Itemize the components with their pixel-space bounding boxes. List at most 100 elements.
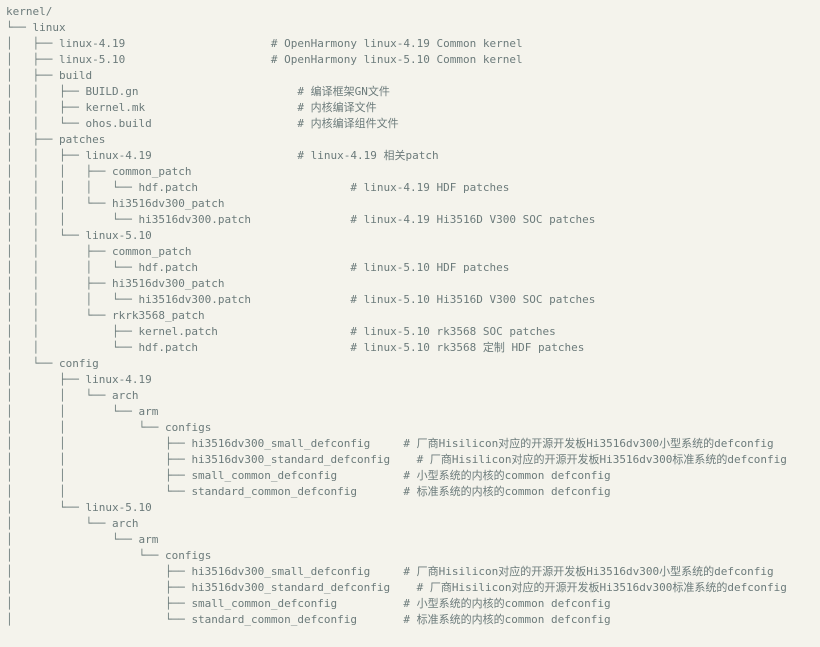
tree-prefix: │ │ ├── (6, 437, 191, 450)
tree-entry-name: standard_common_defconfig (191, 613, 357, 626)
tree-entry-name: kernel.mk (85, 101, 145, 114)
tree-prefix: │ │ └── (6, 309, 112, 322)
tree-row: └── linux (6, 20, 814, 36)
tree-entry-name: hi3516dv300_small_defconfig (191, 437, 370, 450)
tree-comment: # 编译框架GN文件 (297, 85, 390, 98)
tree-prefix: │ │ │ └── (6, 197, 112, 210)
tree-prefix: │ ├── (6, 133, 59, 146)
tree-row: │ │ ├── hi3516dv300_standard_defconfig #… (6, 452, 814, 468)
tree-comment: # 内核编译组件文件 (297, 117, 398, 130)
tree-prefix: │ │ └── (6, 485, 191, 498)
tree-prefix: │ │ └── (6, 389, 112, 402)
tree-comment: # linux-5.10 rk3568 SOC patches (350, 325, 555, 338)
tree-comment: # linux-5.10 rk3568 定制 HDF patches (350, 341, 584, 354)
tree-gap (152, 149, 298, 162)
tree-row: │ ├── hi3516dv300_small_defconfig # 厂商Hi… (6, 564, 814, 580)
tree-gap (251, 293, 350, 306)
tree-gap (390, 453, 417, 466)
tree-row: │ │ └── standard_common_defconfig # 标准系统… (6, 484, 814, 500)
tree-row: │ │ ├── small_common_defconfig # 小型系统的内核… (6, 468, 814, 484)
tree-row: │ │ │ └── hi3516dv300.patch # linux-4.19… (6, 212, 814, 228)
tree-entry-name: standard_common_defconfig (191, 485, 357, 498)
tree-entry-name: hi3516dv300_standard_defconfig (191, 453, 390, 466)
tree-row: │ │ └── arch (6, 388, 814, 404)
tree-gap (251, 213, 350, 226)
tree-row: kernel/ (6, 4, 814, 20)
tree-entry-name: linux-4.19 (85, 149, 151, 162)
tree-comment: # 小型系统的内核的common defconfig (403, 469, 610, 482)
tree-row: │ │ │ │ └── hdf.patch # linux-4.19 HDF p… (6, 180, 814, 196)
tree-gap (390, 581, 417, 594)
tree-gap (198, 261, 350, 274)
tree-prefix: │ ├── (6, 69, 59, 82)
tree-comment: # OpenHarmony linux-4.19 Common kernel (271, 37, 523, 50)
tree-gap (218, 325, 350, 338)
tree-entry-name: patches (59, 133, 105, 146)
tree-row: │ ├── patches (6, 132, 814, 148)
tree-prefix: │ │ └── (6, 117, 85, 130)
tree-entry-name: kernel/ (6, 5, 52, 18)
tree-row: │ │ └── configs (6, 420, 814, 436)
tree-row: │ │ ├── hi3516dv300_small_defconfig # 厂商… (6, 436, 814, 452)
tree-prefix: │ ├── (6, 373, 85, 386)
tree-prefix: │ └── (6, 533, 138, 546)
tree-row: │ │ └── linux-5.10 (6, 228, 814, 244)
tree-entry-name: configs (165, 421, 211, 434)
tree-row: │ │ ├── BUILD.gn # 编译框架GN文件 (6, 84, 814, 100)
tree-entry-name: linux-5.10 (85, 229, 151, 242)
tree-row: │ │ │ └── hi3516dv300_patch (6, 196, 814, 212)
tree-comment: # OpenHarmony linux-5.10 Common kernel (271, 53, 523, 66)
tree-row: │ │ │ ├── common_patch (6, 164, 814, 180)
tree-comment: # 标准系统的内核的common defconfig (403, 613, 610, 626)
tree-row: │ │ └── ohos.build # 内核编译组件文件 (6, 116, 814, 132)
tree-gap (198, 181, 350, 194)
tree-gap (138, 85, 297, 98)
tree-entry-name: hi3516dv300.patch (138, 213, 251, 226)
tree-row: │ └── arm (6, 532, 814, 548)
tree-comment: # 标准系统的内核的common defconfig (403, 485, 610, 498)
tree-prefix: │ │ ├── (6, 453, 191, 466)
tree-entry-name: build (59, 69, 92, 82)
tree-entry-name: arm (138, 405, 158, 418)
tree-prefix: │ ├── (6, 53, 59, 66)
tree-row: │ │ └── arm (6, 404, 814, 420)
tree-prefix: │ │ └── (6, 405, 138, 418)
tree-gap (145, 101, 297, 114)
tree-row: │ │ ├── hi3516dv300_patch (6, 276, 814, 292)
tree-row: │ │ └── hdf.patch # linux-5.10 rk3568 定制… (6, 340, 814, 356)
tree-row: │ └── configs (6, 548, 814, 564)
tree-row: │ ├── linux-5.10 # OpenHarmony linux-5.1… (6, 52, 814, 68)
tree-prefix: │ └── (6, 613, 191, 626)
tree-entry-name: rkrk3568_patch (112, 309, 205, 322)
tree-prefix: └── (6, 21, 33, 34)
tree-entry-name: linux-4.19 (85, 373, 151, 386)
tree-comment: # linux-4.19 相关patch (297, 149, 438, 162)
tree-prefix: │ ├── (6, 597, 191, 610)
tree-prefix: │ │ │ └── (6, 261, 138, 274)
tree-prefix: │ │ ├── (6, 277, 112, 290)
tree-entry-name: kernel.patch (138, 325, 217, 338)
tree-prefix: │ │ │ └── (6, 213, 138, 226)
tree-entry-name: linux-4.19 (59, 37, 125, 50)
tree-row: │ └── arch (6, 516, 814, 532)
tree-row: │ │ │ └── hdf.patch # linux-5.10 HDF pat… (6, 260, 814, 276)
tree-prefix: │ └── (6, 549, 165, 562)
tree-prefix: │ │ ├── (6, 149, 85, 162)
tree-gap (337, 469, 403, 482)
tree-gap (370, 565, 403, 578)
tree-comment: # linux-4.19 Hi3516D V300 SOC patches (350, 213, 595, 226)
tree-entry-name: BUILD.gn (85, 85, 138, 98)
tree-comment: # linux-5.10 HDF patches (350, 261, 509, 274)
tree-entry-name: ohos.build (85, 117, 151, 130)
tree-comment: # linux-5.10 Hi3516D V300 SOC patches (350, 293, 595, 306)
tree-row: │ └── linux-5.10 (6, 500, 814, 516)
tree-prefix: │ │ │ ├── (6, 165, 112, 178)
tree-prefix: │ │ ├── (6, 469, 191, 482)
tree-entry-name: linux (33, 21, 66, 34)
directory-tree: kernel/ └── linux │ ├── linux-4.19 # OpenH… (0, 0, 820, 632)
tree-prefix: │ ├── (6, 581, 191, 594)
tree-prefix: │ │ └── (6, 341, 138, 354)
tree-entry-name: arch (112, 389, 139, 402)
tree-prefix: │ │ │ │ └── (6, 181, 138, 194)
tree-gap (152, 117, 298, 130)
